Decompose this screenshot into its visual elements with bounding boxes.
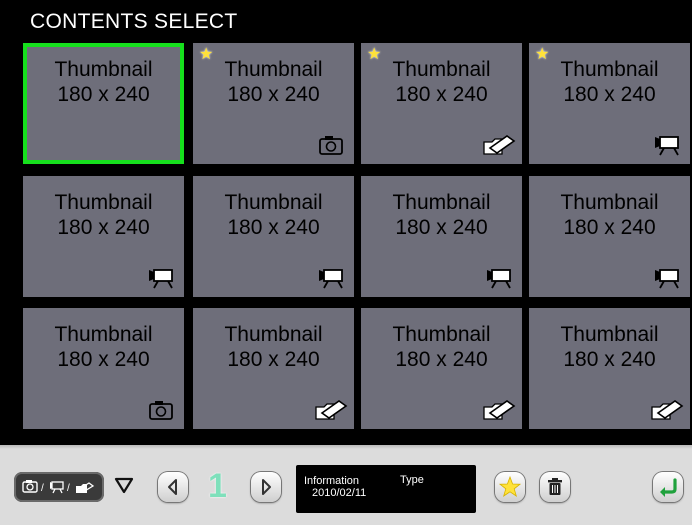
- chevron-right-icon: [262, 479, 271, 495]
- toolbar-divider: [0, 445, 692, 449]
- filter-icons: / /: [22, 480, 95, 494]
- thumbnail-tile[interactable]: Thumbnail 180 x 240: [361, 176, 522, 297]
- thumbnail-size: 180 x 240: [395, 83, 488, 106]
- thumbnail-title: Thumbnail: [224, 191, 323, 214]
- thumbnail-tile[interactable]: Thumbnail 180 x 240 ★: [361, 43, 522, 164]
- thumbnail-label: Thumbnail 180 x 240: [361, 322, 522, 372]
- video-camera-icon: [146, 266, 176, 290]
- thumbnail-tile[interactable]: Thumbnail 180 x 240: [23, 43, 184, 164]
- thumbnail-label: Thumbnail 180 x 240: [529, 57, 690, 107]
- folder-brush-icon: [650, 398, 686, 422]
- thumbnail-size: 180 x 240: [563, 83, 656, 106]
- page-title: CONTENTS SELECT: [30, 10, 238, 33]
- thumbnail-tile[interactable]: Thumbnail 180 x 240: [529, 176, 690, 297]
- thumbnail-title: Thumbnail: [392, 58, 491, 81]
- thumbnail-label: Thumbnail 180 x 240: [361, 190, 522, 240]
- thumbnail-tile[interactable]: Thumbnail 180 x 240: [23, 176, 184, 297]
- thumbnail-title: Thumbnail: [560, 58, 659, 81]
- thumbnail-tile[interactable]: Thumbnail 180 x 240: [23, 308, 184, 429]
- thumbnail-tile[interactable]: Thumbnail 180 x 240: [193, 308, 354, 429]
- thumbnail-tile[interactable]: Thumbnail 180 x 240: [529, 308, 690, 429]
- video-camera-icon: [50, 481, 64, 494]
- delete-button[interactable]: [540, 472, 570, 502]
- thumbnail-label: Thumbnail 180 x 240: [193, 322, 354, 372]
- content-type-filter-button[interactable]: / /: [14, 472, 104, 502]
- thumbnail-tile[interactable]: Thumbnail 180 x 240: [193, 176, 354, 297]
- folder-brush-icon: [482, 398, 518, 422]
- thumbnail-label: Thumbnail 180 x 240: [193, 57, 354, 107]
- favorite-button[interactable]: [495, 472, 525, 502]
- thumbnail-size: 180 x 240: [395, 348, 488, 371]
- folder-brush-icon: [314, 398, 350, 422]
- header-bar: CONTENTS SELECT: [0, 0, 692, 38]
- video-camera-icon: [316, 266, 346, 290]
- thumbnail-title: Thumbnail: [54, 323, 153, 346]
- star-icon: [498, 475, 522, 497]
- contents-select-screen: CONTENTS SELECT Thumbnail 180 x 240 Thumbn…: [0, 0, 692, 525]
- prev-page-button[interactable]: [158, 472, 188, 502]
- favorite-star-icon: ★: [367, 46, 382, 63]
- folder-brush-icon: [76, 482, 95, 493]
- thumbnail-title: Thumbnail: [224, 323, 323, 346]
- thumbnail-title: Thumbnail: [392, 191, 491, 214]
- folder-brush-icon: [482, 133, 518, 157]
- thumbnail-title: Thumbnail: [392, 323, 491, 346]
- back-button[interactable]: [653, 472, 683, 502]
- thumbnail-label: Thumbnail 180 x 240: [361, 57, 522, 107]
- thumbnail-title: Thumbnail: [224, 58, 323, 81]
- thumbnail-title: Thumbnail: [54, 58, 153, 81]
- thumbnail-size: 180 x 240: [57, 83, 150, 106]
- info-label: Information: [304, 475, 360, 487]
- video-camera-icon: [652, 266, 682, 290]
- thumbnail-title: Thumbnail: [560, 191, 659, 214]
- next-page-button[interactable]: [251, 472, 281, 502]
- thumbnail-label: Thumbnail 180 x 240: [529, 190, 690, 240]
- thumbnail-size: 180 x 240: [395, 216, 488, 239]
- thumbnail-label: Thumbnail 180 x 240: [23, 190, 184, 240]
- info-type: Type: [400, 474, 424, 486]
- info-date: 2010/02/11: [312, 487, 367, 499]
- filter-separator-2: /: [67, 483, 70, 494]
- favorite-star-icon: ★: [199, 46, 214, 63]
- thumbnail-label: Thumbnail 180 x 240: [193, 190, 354, 240]
- filter-dropdown-icon[interactable]: [114, 476, 134, 499]
- filter-separator-1: /: [41, 483, 44, 494]
- thumbnail-tile[interactable]: Thumbnail 180 x 240 ★: [529, 43, 690, 164]
- thumbnail-tile[interactable]: Thumbnail 180 x 240: [361, 308, 522, 429]
- chevron-left-icon: [168, 479, 177, 495]
- thumbnail-title: Thumbnail: [54, 191, 153, 214]
- thumbnail-size: 180 x 240: [227, 348, 320, 371]
- thumbnail-size: 180 x 240: [227, 83, 320, 106]
- thumbnail-size: 180 x 240: [227, 216, 320, 239]
- trash-icon: [548, 478, 562, 495]
- video-camera-icon: [484, 266, 514, 290]
- camera-icon: [22, 480, 38, 493]
- thumbnail-tile[interactable]: Thumbnail 180 x 240 ★: [193, 43, 354, 164]
- return-arrow-icon: [660, 478, 677, 497]
- thumbnail-label: Thumbnail 180 x 240: [23, 57, 184, 107]
- thumbnail-label: Thumbnail 180 x 240: [23, 322, 184, 372]
- favorite-star-icon: ★: [535, 46, 550, 63]
- thumbnail-grid: Thumbnail 180 x 240 Thumbnail 180 x 240 ★ Thu…: [23, 43, 692, 433]
- bottom-toolbar: / / 1 Information Type 2010/02/11: [0, 445, 692, 525]
- camera-icon: [146, 398, 176, 422]
- camera-icon: [316, 133, 346, 157]
- thumbnail-size: 180 x 240: [563, 216, 656, 239]
- thumbnail-size: 180 x 240: [57, 216, 150, 239]
- page-number: 1: [208, 467, 227, 505]
- thumbnail-title: Thumbnail: [560, 323, 659, 346]
- thumbnail-size: 180 x 240: [57, 348, 150, 371]
- info-panel: Information Type 2010/02/11: [296, 465, 476, 513]
- video-camera-icon: [652, 133, 682, 157]
- thumbnail-label: Thumbnail 180 x 240: [529, 322, 690, 372]
- thumbnail-size: 180 x 240: [563, 348, 656, 371]
